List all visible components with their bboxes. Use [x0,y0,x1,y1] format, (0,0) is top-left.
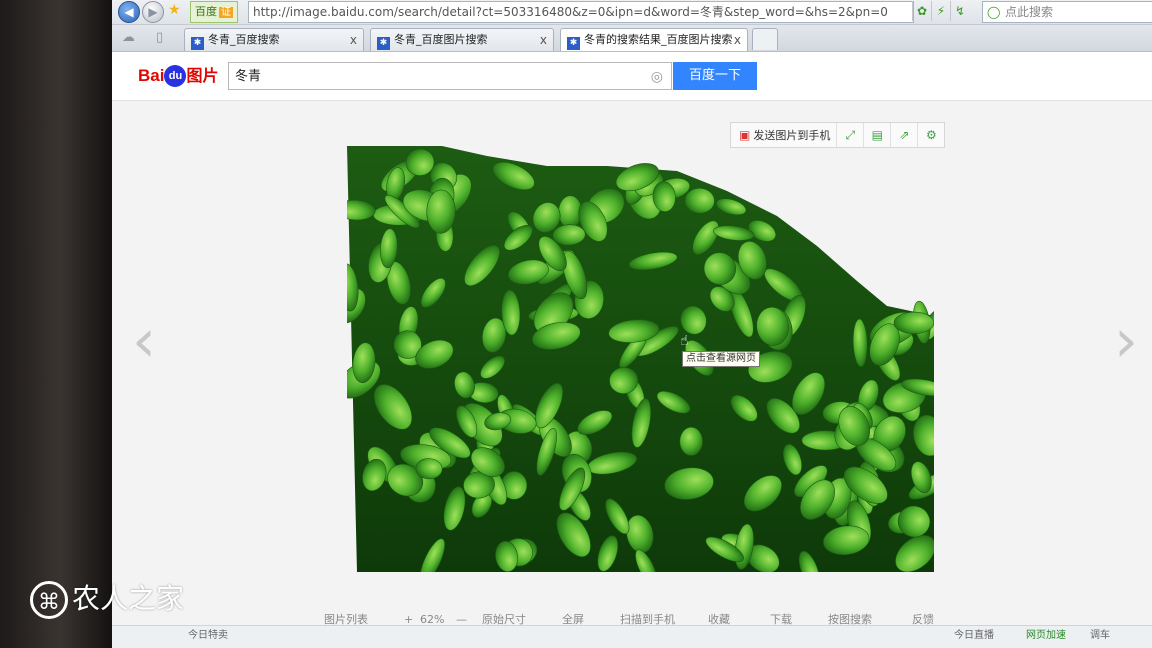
status-deals[interactable]: 今日特卖 [188,626,228,646]
leaf-shape [893,311,934,335]
tab-3-label: 冬青的搜索结果_百度图片搜索 [584,33,733,46]
browser-search-input[interactable]: ◯ 点此搜索 [982,1,1152,23]
image-viewer: ▣ 发送图片到手机 ⤢ ▤ ⇗ ⚙ ‹ › ☝ 点击查看源网页 图片列表 + 6… [112,101,1152,648]
refresh-icon[interactable]: ✿ [912,1,931,21]
baidu-paw-icon: ✱ [567,37,580,50]
send-to-phone-button[interactable]: ▣ 发送图片到手机 [731,123,836,148]
phone-icon: ▣ [739,128,751,142]
tab-1[interactable]: ✱ 冬青_百度搜索 x [184,28,364,51]
leaf-shape [679,426,703,456]
watermark: ⌘ 农人之家 [30,577,184,619]
share-icon[interactable]: ⇗ [890,123,917,147]
address-toolbar: ◀ ▶ ★ 百度证 http://image.baidu.com/search/… [112,0,1152,25]
logo-text: Bai [138,66,165,85]
search-button[interactable]: 百度一下 [673,62,757,90]
tab-close-icon[interactable]: x [734,29,741,51]
next-arrow-icon[interactable]: › [1114,306,1138,376]
new-tab-button[interactable] [752,28,778,50]
forward-button[interactable]: ▶ [142,1,164,23]
tab-2[interactable]: ✱ 冬青_百度图片搜索 x [370,28,554,51]
browser-search-placeholder: 点此搜索 [1005,5,1054,19]
image-actions-toolbar: ▣ 发送图片到手机 ⤢ ▤ ⇗ ⚙ [730,122,946,148]
baidu-image-logo[interactable]: Bai du 图片 [138,62,218,87]
browser-screen: ◀ ▶ ★ 百度证 http://image.baidu.com/search/… [112,0,1152,648]
send-to-phone-label: 发送图片到手机 [753,129,831,142]
prev-arrow-icon[interactable]: ‹ [132,306,156,376]
site-badge[interactable]: 百度证 [190,1,238,23]
camera-icon[interactable]: ◎ [651,63,663,91]
tab-strip: ☁ ▯ ✱ 冬青_百度搜索 x ✱ 冬青_百度图片搜索 x ✱ 冬青的搜索结果_百度图… [112,25,1152,52]
watermark-logo-icon: ⌘ [30,581,68,619]
holly-leaves-photo[interactable] [347,146,934,572]
browser-status-bar: 今日特卖 今日直播 网页加速 调车 [112,625,1152,648]
watermark-text: 农人之家 [72,582,185,615]
status-speed[interactable]: 网页加速 [1026,626,1066,646]
cloud-icon[interactable]: ☁ [122,30,135,45]
logo-paw: du [164,65,187,87]
save-icon[interactable]: ▤ [863,123,890,147]
logo-pic: 图片 [186,68,219,85]
leaf-shape [426,189,456,234]
status-item[interactable]: 调车 [1090,626,1110,646]
forward-icon: ▶ [148,5,158,19]
baidu-paw-icon: ✱ [377,37,390,50]
compat-icon[interactable]: ↯ [950,1,969,21]
query-text: 冬青 [235,69,262,84]
tab-close-icon[interactable]: x [350,29,357,51]
source-page-tooltip: 点击查看源网页 [682,351,760,367]
baidu-header: Bai du 图片 冬青 ◎ 百度一下 [112,52,1152,101]
tab-3[interactable]: ✱ 冬青的搜索结果_百度图片搜索 x [560,28,748,51]
tab-close-icon[interactable]: x [540,29,547,51]
site-badge-label: 百度 [195,5,217,18]
verified-badge: 证 [219,7,233,18]
url-bar[interactable]: http://image.baidu.com/search/detail?ct=… [248,1,914,23]
lightning-icon[interactable]: ⚡ [931,1,950,21]
fullscreen-icon[interactable]: ⤢ [836,123,863,147]
tab-2-label: 冬青_百度图片搜索 [394,33,488,46]
url-tools: ✿ ⚡ ↯ [912,1,969,21]
status-live[interactable]: 今日直播 [954,626,994,646]
baidu-paw-icon: ✱ [191,37,204,50]
image-search-input[interactable]: 冬青 ◎ [228,62,672,90]
trash-icon[interactable]: ▯ [156,30,163,45]
cursor-icon: ☝ [680,333,689,349]
back-button[interactable]: ◀ [118,1,140,23]
star-icon[interactable]: ★ [168,2,181,18]
tab-1-label: 冬青_百度搜索 [208,33,280,46]
back-icon: ◀ [124,5,134,19]
settings-icon[interactable]: ⚙ [917,123,944,147]
search-engine-icon: ◯ [987,5,1001,19]
